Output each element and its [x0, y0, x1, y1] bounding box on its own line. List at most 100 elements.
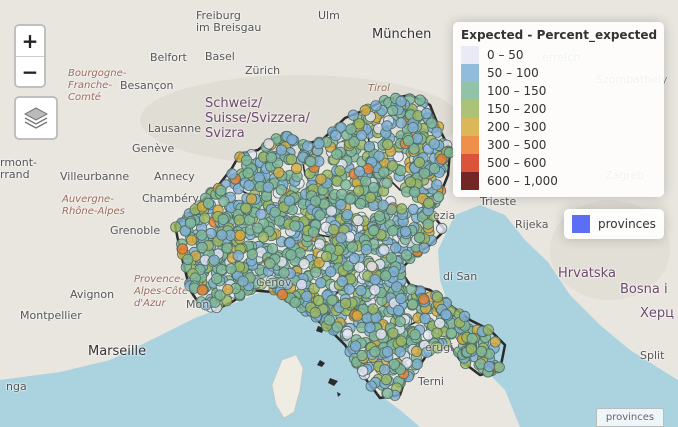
data-point[interactable] — [196, 284, 208, 296]
data-point[interactable] — [310, 266, 322, 278]
data-point[interactable] — [221, 242, 233, 254]
data-point[interactable] — [307, 226, 319, 238]
data-point[interactable] — [366, 260, 378, 272]
data-point[interactable] — [360, 244, 372, 256]
data-point[interactable] — [340, 179, 352, 191]
data-point[interactable] — [202, 197, 215, 209]
data-point[interactable] — [335, 199, 347, 211]
data-point[interactable] — [273, 167, 285, 179]
data-point[interactable] — [466, 332, 478, 345]
data-point[interactable] — [414, 94, 426, 106]
data-point[interactable] — [413, 156, 425, 168]
data-point[interactable] — [232, 250, 244, 262]
data-point[interactable] — [390, 242, 402, 254]
data-point[interactable] — [326, 294, 338, 306]
data-point[interactable] — [352, 214, 364, 226]
data-point[interactable] — [266, 243, 279, 255]
data-point[interactable] — [289, 220, 301, 232]
layers-button[interactable] — [14, 96, 58, 140]
data-point[interactable] — [359, 104, 371, 116]
data-point[interactable] — [215, 185, 227, 197]
data-point[interactable] — [298, 258, 310, 270]
data-point[interactable] — [411, 358, 423, 370]
data-point[interactable] — [309, 307, 321, 319]
data-point[interactable] — [387, 225, 399, 237]
data-point[interactable] — [315, 277, 327, 289]
data-point[interactable] — [305, 156, 317, 168]
data-point[interactable] — [241, 154, 253, 166]
data-point[interactable] — [336, 275, 348, 287]
data-point[interactable] — [252, 222, 264, 234]
data-point[interactable] — [225, 263, 237, 275]
data-point[interactable] — [483, 360, 495, 373]
data-point[interactable] — [363, 141, 375, 153]
data-point[interactable] — [170, 221, 182, 233]
data-point[interactable] — [418, 242, 430, 254]
data-point[interactable] — [331, 148, 343, 160]
data-point[interactable] — [325, 266, 337, 278]
data-point[interactable] — [364, 321, 376, 334]
data-point[interactable] — [407, 122, 419, 134]
zoom-out-button[interactable]: − — [16, 56, 44, 86]
data-point[interactable] — [246, 248, 258, 260]
data-point[interactable] — [388, 358, 400, 370]
data-point[interactable] — [353, 185, 365, 197]
data-point[interactable] — [431, 327, 443, 339]
data-point[interactable] — [378, 244, 390, 256]
data-point[interactable] — [341, 209, 353, 221]
data-point[interactable] — [390, 281, 403, 293]
data-point[interactable] — [265, 152, 277, 164]
data-point[interactable] — [419, 312, 431, 325]
data-point[interactable] — [262, 181, 274, 193]
data-point[interactable] — [346, 241, 358, 253]
data-point[interactable] — [377, 199, 389, 211]
data-point[interactable] — [380, 373, 392, 386]
data-point[interactable] — [381, 177, 393, 189]
data-point[interactable] — [367, 224, 380, 237]
data-point[interactable] — [284, 237, 296, 249]
data-point[interactable] — [222, 283, 234, 296]
data-point[interactable] — [396, 203, 408, 215]
data-point[interactable] — [351, 310, 363, 322]
data-point[interactable] — [348, 252, 360, 264]
data-point[interactable] — [176, 243, 189, 255]
data-point[interactable] — [328, 224, 340, 236]
data-point[interactable] — [381, 120, 393, 132]
data-point[interactable] — [373, 210, 386, 222]
data-point[interactable] — [245, 193, 258, 205]
data-point[interactable] — [395, 335, 407, 347]
data-point[interactable] — [436, 222, 448, 235]
data-point[interactable] — [399, 225, 412, 237]
data-point[interactable] — [428, 163, 440, 175]
data-point[interactable] — [334, 165, 346, 177]
data-point[interactable] — [364, 191, 376, 203]
data-point[interactable] — [425, 117, 438, 129]
data-point[interactable] — [387, 327, 399, 339]
data-point[interactable] — [275, 144, 287, 156]
data-point[interactable] — [315, 173, 327, 185]
data-point[interactable] — [382, 138, 394, 150]
data-point[interactable] — [237, 275, 249, 287]
data-point[interactable] — [381, 346, 394, 358]
data-point[interactable] — [368, 182, 380, 194]
data-point[interactable] — [182, 253, 194, 265]
data-point[interactable] — [402, 135, 414, 147]
data-point[interactable] — [400, 249, 412, 261]
data-point[interactable] — [276, 288, 288, 301]
data-point[interactable] — [313, 138, 325, 150]
data-point[interactable] — [341, 328, 354, 340]
data-point[interactable] — [240, 202, 252, 214]
data-point[interactable] — [301, 290, 313, 302]
data-point[interactable] — [264, 257, 276, 270]
data-point[interactable] — [243, 179, 255, 191]
data-point[interactable] — [409, 329, 421, 341]
data-point[interactable] — [405, 283, 417, 295]
data-point[interactable] — [211, 273, 223, 285]
data-point[interactable] — [420, 107, 433, 120]
data-point[interactable] — [218, 195, 230, 207]
data-point[interactable] — [355, 284, 367, 297]
data-point[interactable] — [431, 179, 443, 191]
data-point[interactable] — [407, 298, 419, 310]
data-point[interactable] — [242, 167, 254, 179]
data-point[interactable] — [493, 361, 505, 373]
